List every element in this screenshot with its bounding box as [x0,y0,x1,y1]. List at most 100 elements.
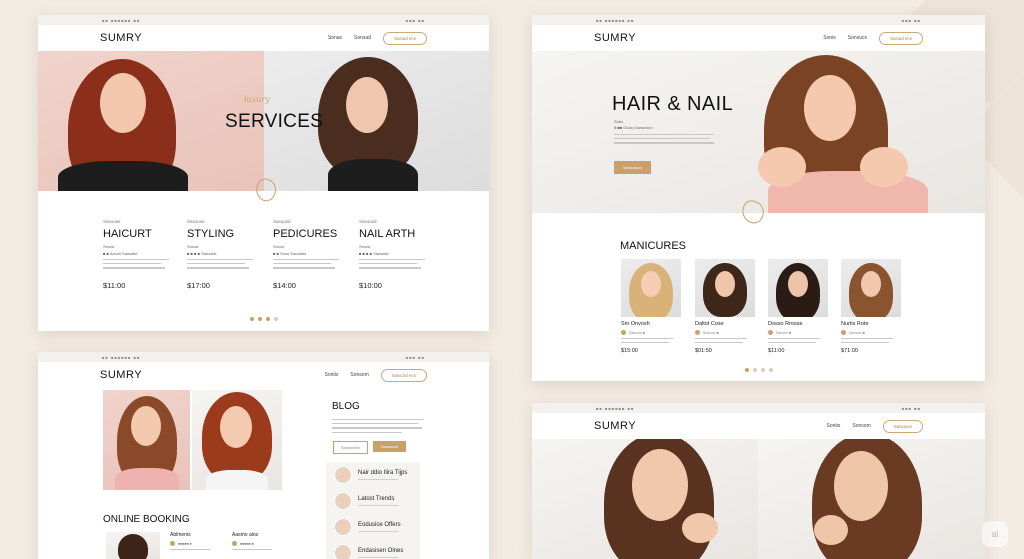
section-title: MANICURES [620,240,687,252]
card-image [695,259,755,317]
carousel-dot[interactable] [274,317,278,321]
card-description [695,338,755,344]
card-image [841,259,901,317]
carousel-dot[interactable] [769,368,773,372]
site-logo[interactable]: SUMRY [594,420,636,432]
watermark-badge: ai [982,521,1008,547]
sidebar-item[interactable]: Endasisen Olnes [326,540,420,559]
carousel-dot[interactable] [745,368,749,372]
nav-link[interactable]: Sonis [823,35,836,41]
carousel-dot[interactable] [266,317,270,321]
service-eyebrow: Sasousd [359,219,377,224]
avatar [334,544,352,559]
sidebar-item[interactable]: Eodusice Offers [326,514,420,540]
service-price: $11:00 [103,280,126,290]
product-card[interactable]: Nurtis Rote Sansolo ■ $71:00 [841,259,901,354]
service-title: HAICURT [103,228,152,240]
nav-cta-button[interactable]: Sasiod ecs [878,31,923,45]
blog-photo-right [192,390,282,490]
site-logo[interactable]: SUMRY [100,369,142,381]
top-strip: ■■ ■■■■■■ ■■ ■■■ ■■ [38,15,489,25]
product-card[interactable]: Daltot Cose Sonsolo ■ $01:50 [695,259,755,354]
hero-cta-button[interactable]: Sorwusicis [614,161,652,174]
service-eyebrow: Sasouse [187,219,205,224]
top-strip: ■■ ■■■■■■ ■■ ■■■ ■■ [532,15,985,25]
nav-cta-button[interactable]: Sasiod ecs [382,31,427,45]
hero-description [614,131,714,147]
service-eyebrow: Sasousd [273,219,291,224]
service-price: $10:00 [359,280,382,290]
avatar [334,518,352,536]
nav-cta-button[interactable]: Sasiovos [882,419,923,433]
card-price: $11:00 [768,348,785,355]
sidebar-item-label: Latost Trends [358,496,395,502]
nav-link[interactable]: Sonsom [350,372,368,378]
nav-link[interactable]: Sonits [324,372,338,378]
nav-link[interactable]: Sonits [826,423,840,429]
product-card[interactable]: Dosso Rrosse Sanoler ■ $11:00 [768,259,828,354]
booking-title: ONLINE BOOKING [103,514,190,525]
site-logo[interactable]: SUMRY [100,32,142,44]
top-strip: ■■ ■■■■■■ ■■ ■■■ ■■ [38,352,489,362]
blog-photo-left [103,390,190,490]
card-image [621,259,681,317]
carousel-dot[interactable] [753,368,757,372]
portrait-photo-left [532,439,758,559]
hero-script-text: luxury [244,95,270,104]
nav-link[interactable]: Sonsad [354,35,371,41]
hero-eyebrow: Sotio [614,119,624,124]
navbar: SUMRY Sonas Sonsad Sasiod ecs [38,25,489,51]
service-column[interactable]: Sasouse HAICURT Smost ■ ■ Arsvel Sansals… [103,219,183,290]
card-name: Daltot Cose [695,321,724,327]
service-description [103,259,183,269]
strip-left-text: ■■ ■■■■■■ ■■ [596,405,635,411]
nav-cta-button[interactable]: Sasicod ecs [380,368,427,382]
service-column[interactable]: Sasouse STYLING Smost ■ ■ ■ ■ Sansalst $… [187,219,267,290]
navbar: SUMRY Sonis Sonsucs Sasiod ecs [532,25,985,51]
mockup-blog-booking: ■■ ■■■■■■ ■■ ■■■ ■■ SUMRY Sonits Sonsom … [38,352,489,559]
site-logo[interactable]: SUMRY [594,32,636,44]
blog-button-gold[interactable]: Soosurou [373,441,407,452]
service-column[interactable]: Sasousd PEDICURES Smost ■ ■ Srow Sandals… [273,219,353,290]
service-column[interactable]: Sasousd NAIL ARTH Smost ■ ■ ■ ■ Sansalst… [359,219,439,290]
avatar-dot-icon [768,330,773,335]
service-sub: Smost [103,244,115,249]
booking-column[interactable]: Ablmenis ■■■■■ ■ [170,532,210,553]
mockup-hair-nail: ■■ ■■■■■■ ■■ ■■■ ■■ SUMRY Sonis Sonsucs … [532,15,985,381]
blog-button-outline[interactable]: Sonsomss [333,441,368,454]
hero-subtitle: $ ■■ Oodo Sorwcsion [614,125,653,130]
service-price: $14:00 [273,280,296,290]
nav-link[interactable]: Sonsom [852,423,870,429]
sidebar-item[interactable]: Nair ddio Ilira Tijps [326,462,420,488]
card-price: $71:00 [841,348,858,355]
carousel-dot[interactable] [250,317,254,321]
strip-left-text: ■■ ■■■■■■ ■■ [102,17,141,23]
carousel-dots[interactable] [745,368,773,372]
avatar-dot-icon [170,541,175,546]
strip-left-text: ■■ ■■■■■■ ■■ [102,354,141,360]
card-image [768,259,828,317]
booking-column-title: Ablmenis [170,532,191,538]
card-name: Dosso Rrosse [768,321,803,327]
sidebar-item[interactable]: Latost Trends [326,488,420,514]
service-sub: ■ ■ ■ ■ Sansalst [359,251,389,256]
avatar-dot-icon [695,330,700,335]
avatar-dot-icon [232,541,237,546]
top-strip: ■■ ■■■■■■ ■■ ■■■ ■■ [532,403,985,413]
card-name: Sm Onvosh [621,321,650,327]
booking-column[interactable]: Aasmo alos ■■■■■ ■ [232,532,272,553]
service-description [273,259,353,269]
carousel-dots[interactable] [250,317,278,321]
strip-left-text: ■■ ■■■■■■ ■■ [596,17,635,23]
nav-link[interactable]: Sonsucs [848,35,867,41]
strip-right-text: ■■■ ■■ [901,17,921,23]
navbar: SUMRY Sonits Sonsom Sasiovos [532,413,985,439]
carousel-dot[interactable] [761,368,765,372]
card-meta: Sansolo ■ [841,330,901,335]
service-description [187,259,267,269]
strip-right-text: ■■■ ■■ [405,354,425,360]
card-name: Nurtis Rote [841,321,869,327]
nav-link[interactable]: Sonas [328,35,342,41]
carousel-dot[interactable] [258,317,262,321]
product-card[interactable]: Sm Onvosh Sansolo ■ $15:00 [621,259,681,354]
